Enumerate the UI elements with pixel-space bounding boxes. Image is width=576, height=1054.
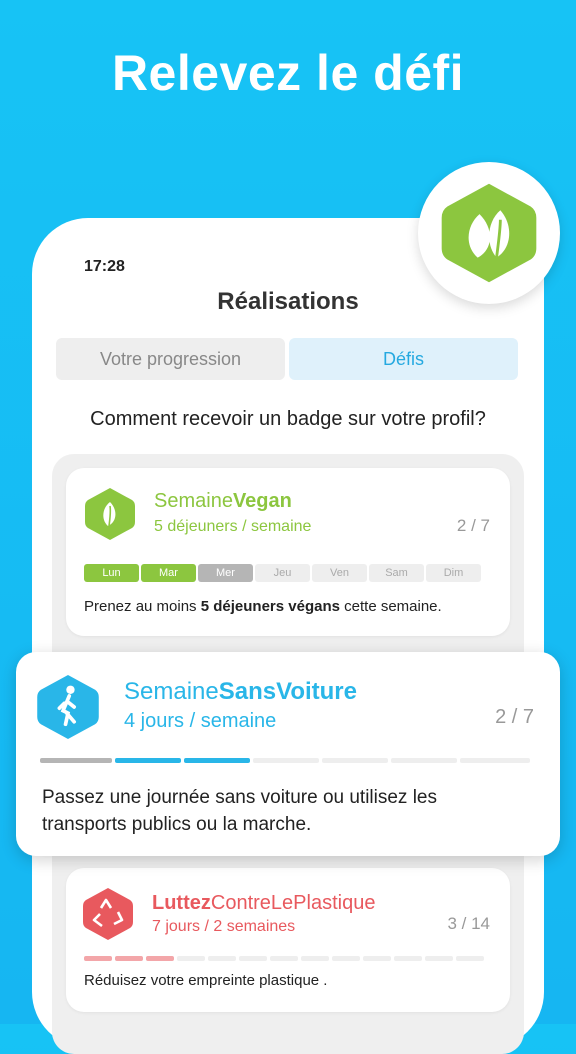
vegan-desc-pre: Prenez au moins xyxy=(84,598,201,615)
plastique-title: LuttezContreLePlastique xyxy=(152,892,375,915)
walking-person-icon xyxy=(37,675,99,739)
vegan-desc-bold: 5 déjeuners végans xyxy=(200,598,340,615)
featured-badge xyxy=(418,162,560,304)
segmented-control: Votre progression Défis xyxy=(56,338,518,380)
plastique-title-strong: Luttez xyxy=(152,892,211,914)
day-mer: Mer xyxy=(198,564,253,582)
plastique-description: Réduisez votre empreinte plastique . xyxy=(84,972,328,989)
vegan-count: 2 / 7 xyxy=(456,516,490,535)
recycle-icon xyxy=(83,888,133,940)
headline: Relevez le défi xyxy=(111,45,465,101)
sansvoiture-title-strong: SansVoiture xyxy=(218,678,357,705)
sansvoiture-progress xyxy=(40,758,530,763)
tab-defis[interactable]: Défis xyxy=(289,338,518,380)
day-jeu: Jeu xyxy=(255,564,310,582)
sansvoiture-title-prefix: Semaine xyxy=(124,678,219,705)
challenge-card-vegan[interactable]: SemaineVegan 5 déjeuners / semaine 2 / 7… xyxy=(66,468,510,636)
plastique-title-suffix: ContreLePlastique xyxy=(210,892,376,914)
day-lun: Lun xyxy=(84,564,139,582)
vegan-desc-post: cette semaine. xyxy=(339,598,442,615)
day-mar: Mar xyxy=(141,564,196,582)
challenge-card-plastique[interactable]: LuttezContreLePlastique 7 jours / 2 sema… xyxy=(66,868,510,1012)
vegan-title-strong: Vegan xyxy=(232,490,292,512)
sansvoiture-count: 2 / 7 xyxy=(495,706,534,728)
leaf-icon xyxy=(85,488,135,540)
sansvoiture-description: Passez une journée sans voiture ou utili… xyxy=(42,787,438,835)
vegan-description: Prenez au moins 5 déjeuners végans cette… xyxy=(84,598,442,615)
vegan-title-prefix: Semaine xyxy=(154,490,233,512)
sansvoiture-title: SemaineSansVoiture xyxy=(124,678,357,706)
plastique-count: 3 / 14 xyxy=(447,914,490,933)
phone-frame: 17:28 Réalisations Votre progression Déf… xyxy=(32,218,544,1054)
badge-question: Comment recevoir un badge sur votre prof… xyxy=(90,408,486,430)
vegan-subtitle: 5 déjeuners / semaine xyxy=(154,518,312,535)
plastique-progress xyxy=(84,956,484,961)
vegan-title: SemaineVegan xyxy=(154,490,292,513)
challenge-card-sansvoiture[interactable]: SemaineSansVoiture 4 jours / semaine 2 /… xyxy=(16,652,560,856)
vegan-day-track: Lun Mar Mer Jeu Ven Sam Dim xyxy=(84,564,481,582)
day-dim: Dim xyxy=(426,564,481,582)
leaf-badge-icon xyxy=(441,183,537,283)
day-sam: Sam xyxy=(369,564,424,582)
tab-votre-progression[interactable]: Votre progression xyxy=(56,338,285,380)
status-time: 17:28 xyxy=(84,258,125,275)
sansvoiture-subtitle: 4 jours / semaine xyxy=(124,710,277,732)
plastique-subtitle: 7 jours / 2 semaines xyxy=(152,918,296,935)
day-ven: Ven xyxy=(312,564,367,582)
